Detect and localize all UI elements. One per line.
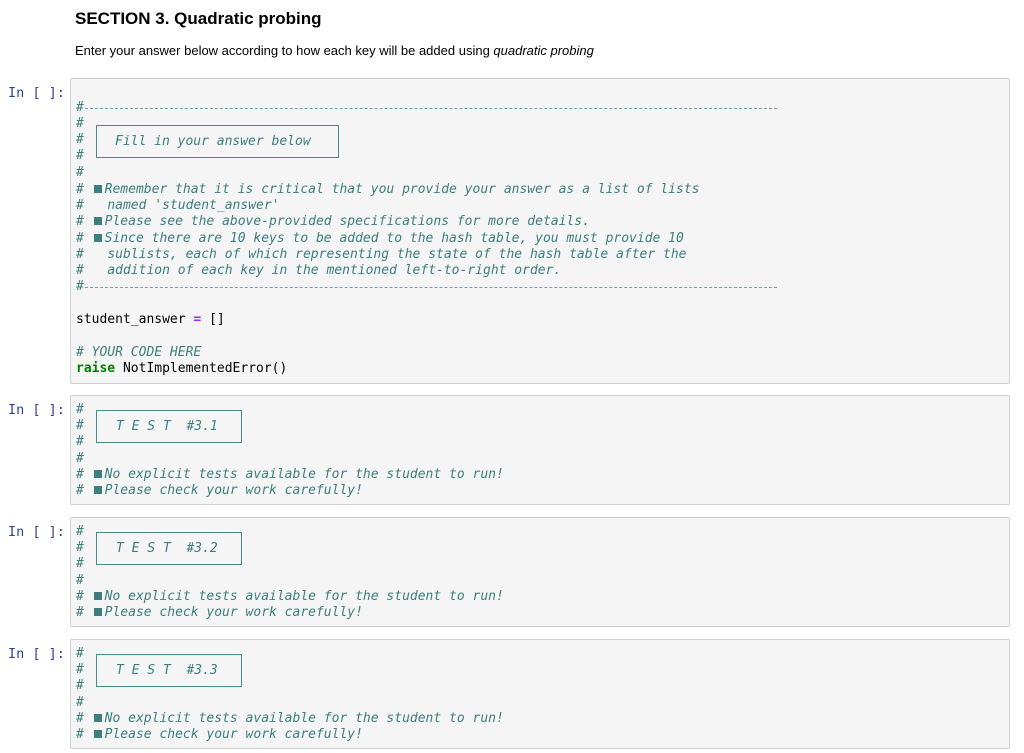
comment-hash: # [76,451,84,466]
comment-hash: # [76,132,84,147]
bullet-square-icon [93,592,102,600]
code-comment: # YOUR CODE HERE [76,345,202,360]
comment-hash: # [76,646,84,661]
code-assignment: student_answer = [] [76,312,225,327]
bullet-square-icon [93,714,102,722]
comment-hash: # [76,678,84,693]
comment-hash: # [76,116,84,131]
bullet-square-icon [93,470,102,478]
comment-rule-line [85,287,777,288]
comment-rule-line [85,108,777,109]
code-raise: raise NotImplementedError() [76,361,288,376]
comment-hash: # [76,418,84,433]
note-line: # No explicit tests available for the st… [76,711,504,726]
comment-hash: # [76,402,84,417]
comment-hash: # [76,524,84,539]
code-cell-test-3-2[interactable]: # # # # T E S T #3.2 # No explicit tests… [70,517,1010,627]
code-cell-test-3-1[interactable]: # # # # T E S T #3.1 # No explicit tests… [70,395,1010,505]
comment-rule-bottom: # [76,279,84,294]
comment-hash: # [76,148,84,163]
note-line: # sublists, each of which representing t… [76,247,687,262]
intro-emphasis: quadratic probing [493,43,594,58]
intro-text: Enter your answer below according to how… [75,43,494,58]
note-line: # No explicit tests available for the st… [76,467,504,482]
cell-prompt: In [ ]: [8,646,65,662]
comment-hash: # [76,662,84,677]
section-intro: Enter your answer below according to how… [75,43,594,58]
section-title: SECTION 3. Quadratic probing [75,9,322,28]
comment-hash: # [76,165,84,180]
note-line: # Please see the above-provided specific… [76,214,590,229]
note-line: # addition of each key in the mentioned … [76,263,562,278]
test-banner: T E S T #3.1 [96,410,242,443]
comment-hash: # [76,556,84,571]
cell-prompt: In [ ]: [8,402,65,418]
bullet-square-icon [93,730,102,738]
test-banner: T E S T #3.2 [96,532,242,565]
code-cell-answer[interactable]: # # # # # Fill in your answer below # Re… [70,78,1010,384]
cell-prompt: In [ ]: [8,524,65,540]
comment-hash: # [76,695,84,710]
note-line: # Please check your work carefully! [76,483,363,498]
bullet-square-icon [93,185,102,193]
note-line: # No explicit tests available for the st… [76,589,504,604]
note-line: # Please check your work carefully! [76,727,363,742]
note-line: # named 'student_answer' [76,198,280,213]
test-banner: T E S T #3.3 [96,654,242,687]
note-line: # Remember that it is critical that you … [76,182,700,197]
bullet-square-icon [93,234,102,242]
note-line: # Please check your work carefully! [76,605,363,620]
comment-rule-top: # [76,100,84,115]
answer-banner: Fill in your answer below [96,125,339,158]
bullet-square-icon [93,608,102,616]
comment-hash: # [76,540,84,555]
note-line: # Since there are 10 keys to be added to… [76,231,684,246]
cell-prompt: In [ ]: [8,85,65,101]
bullet-square-icon [93,486,102,494]
bullet-square-icon [93,217,102,225]
code-cell-test-3-3[interactable]: # # # # T E S T #3.3 # No explicit tests… [70,639,1010,749]
comment-hash: # [76,434,84,449]
comment-hash: # [76,573,84,588]
